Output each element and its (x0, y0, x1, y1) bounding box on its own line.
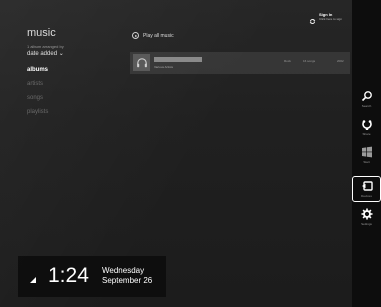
album-name-redacted (154, 57, 202, 62)
clock-day: Wednesday (102, 266, 145, 275)
gear-icon (361, 208, 372, 220)
nav-item-artists[interactable]: artists (27, 81, 48, 95)
nav-item-songs[interactable]: songs (27, 95, 48, 109)
sign-in-button[interactable]: Sign In Click here to sign (309, 12, 342, 30)
album-year: 2002 (337, 59, 344, 63)
charm-share[interactable]: Share (352, 118, 381, 136)
app-title: music (27, 27, 56, 39)
charm-label: Settings (361, 222, 372, 226)
windows-icon (361, 146, 372, 158)
charm-devices[interactable]: Devices (352, 176, 381, 202)
album-art (133, 54, 150, 71)
charm-label: Start (363, 160, 370, 164)
charm-label: Devices (361, 194, 372, 198)
nav-item-albums[interactable]: albums (27, 67, 48, 81)
sign-in-subtext: Click here to sign (319, 17, 343, 21)
play-icon (132, 32, 139, 39)
nav-item-playlists[interactable]: playlists (27, 109, 48, 123)
devices-icon (361, 181, 373, 191)
share-icon (361, 120, 372, 130)
album-song-count: 16 songs (303, 59, 316, 63)
charm-label: Search (361, 104, 372, 108)
music-app-screen: music 1 album arranged by date added ⌄ a… (0, 0, 381, 307)
charms-bar: Search Share Start Devices Settings (352, 0, 381, 307)
charm-label: Share (362, 132, 371, 136)
charm-start[interactable]: Start (352, 146, 381, 164)
sync-icon (309, 12, 316, 30)
pivot-nav: albums artists songs playlists (27, 67, 48, 123)
clock-date: September 26 (102, 276, 153, 285)
album-artist: Various Artists (154, 65, 173, 69)
charm-settings[interactable]: Settings (352, 208, 381, 226)
connectivity-icon (30, 270, 36, 288)
clock-overlay: 1:24 Wednesday September 26 (18, 256, 166, 297)
album-tile[interactable]: Various Artists Rock 16 songs 2002 (130, 52, 350, 74)
clock-time: 1:24 (48, 264, 89, 287)
search-icon (361, 91, 372, 102)
headphones-icon (136, 57, 147, 67)
charm-search[interactable]: Search (352, 90, 381, 108)
album-genre: Rock (284, 59, 291, 63)
sort-dropdown[interactable]: date added ⌄ (27, 50, 64, 57)
sort-caption: 1 album arranged by (27, 44, 64, 49)
play-all-button[interactable]: Play all music (132, 32, 174, 39)
play-all-label: Play all music (143, 32, 174, 39)
